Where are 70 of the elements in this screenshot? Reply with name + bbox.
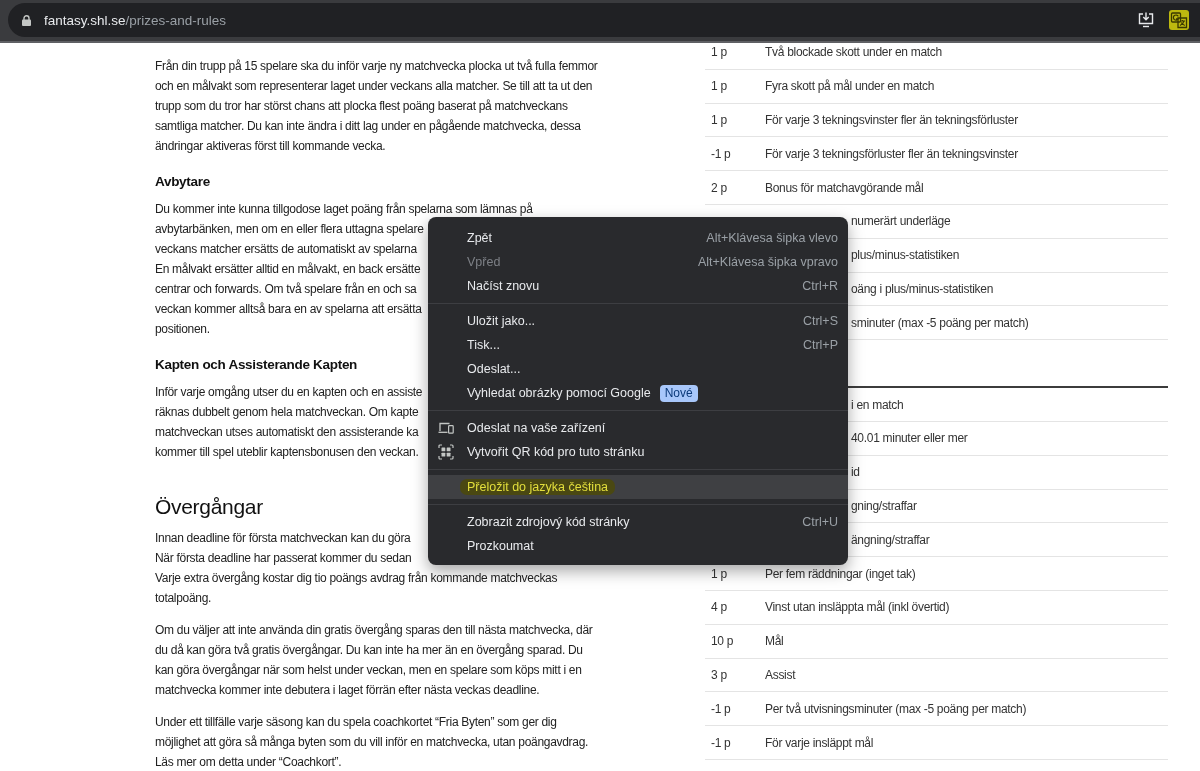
description-cell: i en match bbox=[851, 397, 904, 412]
description-cell: sminuter (max -5 poäng per match) bbox=[851, 315, 1029, 330]
description-cell: ängning/straffar bbox=[851, 532, 930, 547]
monitor-download-icon[interactable] bbox=[1137, 11, 1155, 29]
description-cell: För varje 3 tekningsvinster fler än tekningsförluster bbox=[765, 113, 1018, 127]
points-cell-text: 1 p bbox=[711, 45, 728, 60]
points-cell-text: 3 p bbox=[711, 667, 728, 682]
text-line: veckans matcher ersätts de automatiskt av spelarna bbox=[155, 241, 417, 258]
text-line: positionen. bbox=[155, 321, 210, 338]
text-line: kommer till spel uteblir kaptensbonusen den veckan. bbox=[155, 444, 419, 461]
text-line: matchveckan utses automatiskt den assisterande ka bbox=[155, 424, 419, 441]
points-cell-text: -1 p bbox=[711, 146, 732, 161]
description-cell: gning/straffar bbox=[851, 498, 917, 513]
description-cell: Fyra skott på mål under en match bbox=[765, 79, 935, 94]
text-line: Inför varje omgång utser du en kapten och en assiste bbox=[155, 384, 423, 401]
description-cell: Mål bbox=[765, 634, 784, 649]
description-cell: För varje 3 tekningsförluster fler än tekningsvinster bbox=[765, 146, 1018, 161]
menu-item[interactable]: Odeslat na vaše zařízení bbox=[428, 416, 848, 440]
points-cell-text: 1 p bbox=[711, 113, 728, 127]
points-cell-text: 1 p bbox=[711, 566, 728, 581]
description-cell: Per fem räddningar (inget tak) bbox=[765, 566, 916, 581]
new-badge: Nové bbox=[659, 384, 698, 402]
description-cell: 40.01 minuter eller mer bbox=[851, 431, 968, 446]
laptop-phone-icon bbox=[438, 422, 454, 434]
text-line: räknas dubbelt genom hela matchveckan. Om kapte bbox=[155, 404, 419, 421]
paragraph-text: Från din trupp på 15 spelare ska du inför varje ny matchvecka plocka ut två fulla femmor och en målvakt som representerar laget under veckans alla matcher. Se till att ta ut den trupp som du tror har störst chans att plocka flest poäng baserat på matchveckans samtliga matcher. Du kan inte ändra i ditt lag under en pågående matchvecka, dessa ändringar aktiveras först till kommande vecka. bbox=[155, 58, 599, 155]
text-line: veckan kommer alltså bara en av spelarna att ersätta bbox=[155, 301, 422, 318]
menu-item[interactable]: Odeslat... bbox=[428, 357, 848, 381]
description-cell: Vinst utan insläppta mål (inkl övertid) bbox=[765, 600, 950, 615]
menu-item[interactable]: Vytvořit QR kód pro tuto stránku bbox=[428, 440, 848, 464]
text-line: centrar och forwards. Om två spelare från en och sa bbox=[155, 281, 417, 298]
paragraph-text: Om du väljer att inte använda din gratis övergång sparas den till nästa matchvecka, där du då kan göra två gratis övergångar. Du kan inte ha mer än en övergång sparad. Du kan göra övergångar när som helst under veckan, men en spelare som köps mitt i en matchvecka kommer inte debutera i laget förrän efter nästa veckas deadline. bbox=[155, 622, 594, 699]
menu-item[interactable]: Uložit jako... Ctrl+S bbox=[428, 309, 848, 333]
text-line: Du kommer inte kunna tillgodose laget poäng från spelarna som lämnas på bbox=[155, 201, 533, 218]
menu-item[interactable]: Tisk... Ctrl+P bbox=[428, 333, 848, 357]
translate-icon[interactable] bbox=[1169, 10, 1189, 30]
menu-item[interactable]: Prozkoumat bbox=[428, 534, 848, 558]
points-cell-text: -1 p bbox=[711, 735, 732, 750]
description-cell: Per två utvisningsminuter (max -5 poäng per match) bbox=[765, 701, 1027, 716]
menu-item[interactable]: Zobrazit zdrojový kód stránky Ctrl+U bbox=[428, 510, 848, 534]
points-cell-text: 10 p bbox=[711, 634, 735, 649]
paragraph-text: Under ett tillfälle varje säsong kan du spela coachkortet “Fria Byten” som ger dig möjlighet att göra så många byten som du vill inför en matchvecka, utan poängavdrag. Läs mer om detta under “Coachkort”. bbox=[155, 714, 590, 771]
points-cell-text: 2 p bbox=[711, 180, 728, 195]
address-field[interactable]: fantasy.shl.se/prizes-and-rules bbox=[8, 3, 1200, 37]
text-line: Innan deadline för första matchveckan kan du göra bbox=[155, 530, 411, 547]
text-line: Varje extra övergång kostar dig tio poängs avdrag från kommande matchveckas bbox=[155, 570, 558, 587]
text-line: avbytarbänken, men om en eller flera uttagna spelare bbox=[155, 221, 424, 238]
text-line: En målvakt ersätter alltid en målvakt, en back ersätte bbox=[155, 261, 421, 278]
points-cell-text: -1 p bbox=[711, 701, 732, 716]
menu-item[interactable]: Přeložit do jazyka čeština bbox=[428, 475, 848, 499]
menu-item[interactable]: Vyhledat obrázky pomocí Google Nové bbox=[428, 381, 848, 405]
description-cell: id bbox=[851, 465, 860, 480]
description-cell: numerärt underläge bbox=[851, 214, 951, 229]
lock-icon bbox=[22, 14, 31, 26]
points-cell-text: 1 p bbox=[711, 79, 728, 94]
qr-code-icon bbox=[438, 444, 454, 460]
section-subheading: Kapten och Assisterande Kapten bbox=[155, 356, 358, 374]
description-cell: plus/minus-statistiken bbox=[851, 248, 960, 263]
description-cell: Assist bbox=[765, 667, 796, 682]
section-subheading: Avbytare bbox=[155, 173, 210, 191]
description-cell: Två blockade skott under en match bbox=[765, 45, 942, 60]
text-line: totalpoäng. bbox=[155, 590, 212, 607]
description-cell: oäng i plus/minus-statistiken bbox=[851, 281, 994, 296]
description-cell: Bonus för matchavgörande mål bbox=[765, 180, 924, 195]
menu-item[interactable]: Zpět Alt+Klávesa šipka vlevo bbox=[428, 226, 848, 250]
section-heading: Övergångar bbox=[155, 494, 263, 520]
points-cell-text: 4 p bbox=[711, 600, 728, 615]
description-cell: För varje insläppt mål bbox=[765, 735, 874, 750]
text-line: När första deadline har passerat kommer du sedan bbox=[155, 550, 412, 567]
menu-item[interactable]: Načíst znovu Ctrl+R bbox=[428, 274, 848, 298]
